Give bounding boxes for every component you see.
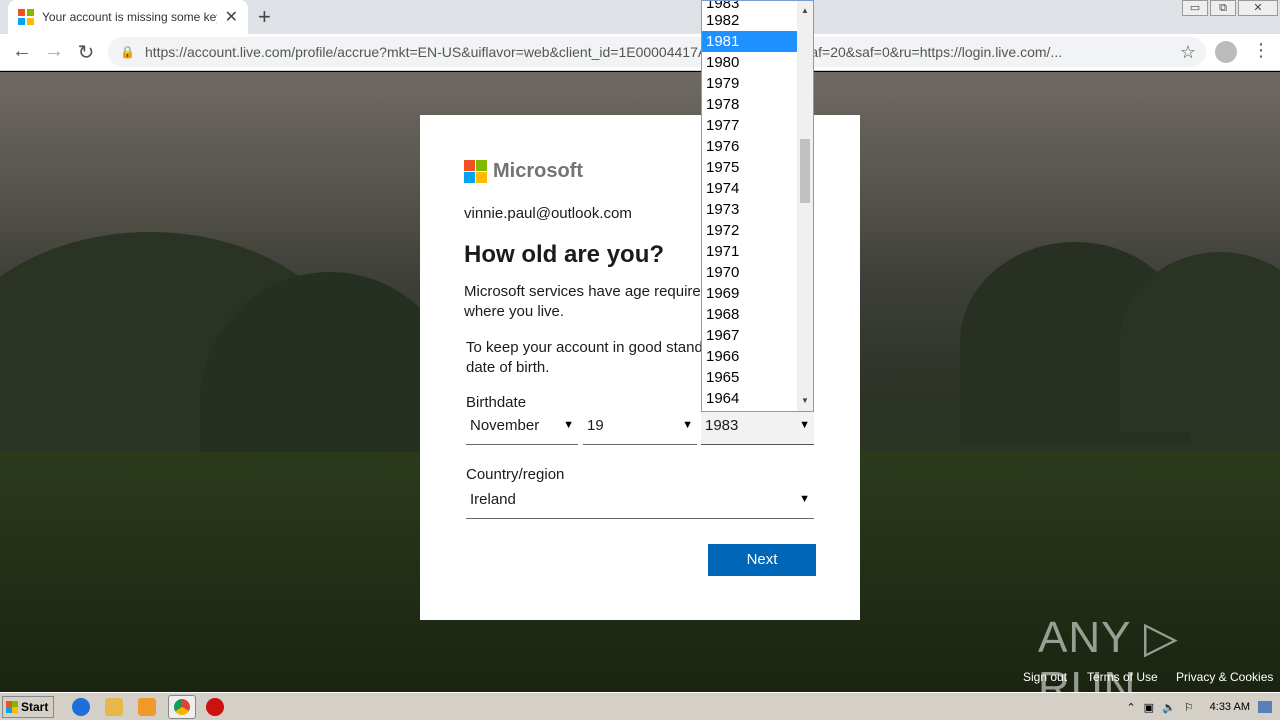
taskbar: Start ⌃ ▣ 🔈 ⚐ 4:33 AM <box>0 692 1280 720</box>
microsoft-logo: Microsoft <box>464 160 583 183</box>
birth-day-select[interactable]: 19 ▼ <box>583 411 697 445</box>
birth-month-value: November <box>470 417 540 434</box>
year-option[interactable]: 1964 <box>702 388 797 409</box>
address-bar[interactable]: 🔒 https://account.live.com/profile/accru… <box>108 37 1206 67</box>
forward-button[interactable]: → <box>42 40 66 63</box>
year-option[interactable]: 1974 <box>702 178 797 199</box>
year-option[interactable]: 1968 <box>702 304 797 325</box>
year-option[interactable]: 1980 <box>702 52 797 73</box>
microsoft-favicon-icon <box>18 9 34 25</box>
birth-month-select[interactable]: November ▼ <box>466 411 578 445</box>
year-option[interactable]: 1967 <box>702 325 797 346</box>
tab-strip: Your account is missing some key inf ✕ +… <box>0 0 1280 34</box>
volume-icon[interactable]: 🔈 <box>1162 701 1176 714</box>
opera-icon[interactable] <box>206 698 224 716</box>
year-option[interactable]: 1982 <box>702 10 797 31</box>
chevron-down-icon: ▼ <box>563 419 574 431</box>
tray-expand-icon[interactable]: ⌃ <box>1126 701 1135 714</box>
year-option[interactable]: 1983 <box>702 1 797 10</box>
year-option[interactable]: 1971 <box>702 241 797 262</box>
microsoft-logo-icon <box>464 160 487 183</box>
chrome-taskbar-button[interactable] <box>168 695 196 719</box>
chevron-down-icon: ▼ <box>682 419 693 431</box>
show-desktop-icon[interactable] <box>1258 701 1272 713</box>
ie-icon[interactable] <box>72 698 90 716</box>
year-option[interactable]: 1973 <box>702 199 797 220</box>
clock[interactable]: 4:33 AM <box>1210 701 1250 713</box>
scroll-up-icon[interactable]: ▲ <box>797 3 813 19</box>
profile-avatar-icon[interactable] <box>1215 41 1237 63</box>
tab-close-icon[interactable]: ✕ <box>225 7 238 27</box>
reload-button[interactable]: ↻ <box>74 40 98 65</box>
action-center-flag-icon[interactable]: ⚐ <box>1184 701 1194 714</box>
privacy-link[interactable]: Privacy & Cookies <box>1176 670 1273 684</box>
chrome-menu-icon[interactable]: ⋮ <box>1252 40 1270 61</box>
birth-year-select[interactable]: 1983 ▼ <box>701 411 814 445</box>
dropdown-scrollbar[interactable]: ▲ ▼ <box>797 1 813 411</box>
account-email: vinnie.paul@outlook.com <box>464 205 632 222</box>
start-label: Start <box>21 700 49 714</box>
next-button[interactable]: Next <box>708 544 816 576</box>
brand-name: Microsoft <box>493 160 583 182</box>
year-option[interactable]: 1965 <box>702 367 797 388</box>
chevron-down-icon: ▼ <box>799 493 810 505</box>
year-dropdown-list[interactable]: 1983 1982 1981 1980 1979 1978 1977 1976 1975 197… <box>701 0 814 412</box>
year-option[interactable]: 1977 <box>702 115 797 136</box>
chevron-down-icon: ▼ <box>799 419 810 431</box>
new-tab-button[interactable]: + <box>258 4 271 30</box>
year-option[interactable]: 1976 <box>702 136 797 157</box>
url-text: https://account.live.com/profile/accrue?… <box>144 44 1063 60</box>
back-button[interactable]: ← <box>10 40 34 63</box>
minimize-button[interactable]: ▭ <box>1182 0 1208 16</box>
year-option[interactable]: 1979 <box>702 73 797 94</box>
country-select[interactable]: Ireland ▼ <box>466 485 814 519</box>
browser-tab[interactable]: Your account is missing some key inf ✕ <box>8 0 248 34</box>
windows-flag-icon <box>6 701 18 713</box>
birth-day-value: 19 <box>587 417 604 434</box>
window-close-button[interactable]: ✕ <box>1238 0 1278 16</box>
scrollbar-thumb[interactable] <box>800 139 810 203</box>
network-icon[interactable]: ▣ <box>1144 701 1154 714</box>
scroll-down-icon[interactable]: ▼ <box>797 393 813 409</box>
start-button[interactable]: Start <box>2 696 54 718</box>
year-option[interactable]: 1969 <box>702 283 797 304</box>
media-player-icon[interactable] <box>138 698 156 716</box>
country-value: Ireland <box>470 491 516 508</box>
birthdate-label: Birthdate <box>466 394 527 411</box>
birth-year-value: 1983 <box>705 417 739 434</box>
browser-toolbar: ← → ↻ 🔒 https://account.live.com/profile… <box>0 34 1280 71</box>
country-label: Country/region <box>466 466 565 483</box>
year-option[interactable]: 1975 <box>702 157 797 178</box>
restore-button[interactable]: ⧉ <box>1210 0 1236 16</box>
tab-title: Your account is missing some key inf <box>42 10 217 24</box>
page-title: How old are you? <box>464 241 665 268</box>
terms-link[interactable]: Terms of Use <box>1087 670 1158 684</box>
year-option[interactable]: 1978 <box>702 94 797 115</box>
year-option[interactable]: 1981 <box>702 31 797 52</box>
explorer-folder-icon[interactable] <box>105 698 123 716</box>
system-tray: ⌃ ▣ 🔈 ⚐ 4:33 AM <box>1110 695 1280 719</box>
year-option[interactable]: 1972 <box>702 220 797 241</box>
year-option[interactable]: 1966 <box>702 346 797 367</box>
sign-out-link[interactable]: Sign out <box>1023 670 1067 684</box>
bookmark-star-icon[interactable]: ☆ <box>1180 42 1196 63</box>
year-option[interactable]: 1970 <box>702 262 797 283</box>
lock-icon: 🔒 <box>120 45 135 59</box>
